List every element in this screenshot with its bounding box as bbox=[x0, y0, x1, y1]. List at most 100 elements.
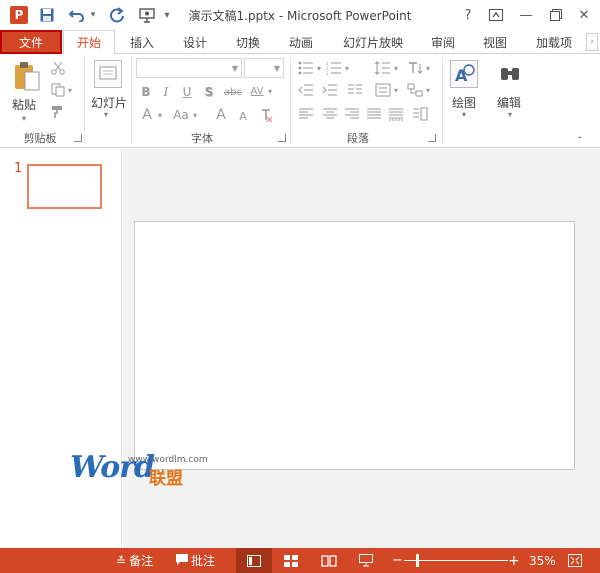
new-slide-icon[interactable] bbox=[94, 60, 122, 88]
svg-text:3: 3 bbox=[326, 71, 329, 75]
find-binoculars-icon[interactable] bbox=[498, 62, 522, 86]
spacing-dropdown-icon[interactable]: ▾ bbox=[266, 84, 274, 98]
smartart-icon[interactable] bbox=[406, 82, 424, 98]
separator bbox=[290, 58, 291, 144]
svg-text:A: A bbox=[455, 66, 468, 85]
align-right-icon[interactable] bbox=[343, 106, 361, 122]
tab-animations[interactable]: 动画 bbox=[278, 30, 324, 54]
font-color-button[interactable]: A bbox=[140, 106, 154, 124]
tab-review[interactable]: 审阅 bbox=[420, 30, 466, 54]
align-center-icon[interactable] bbox=[321, 106, 339, 122]
comments-button[interactable]: 批注 bbox=[176, 548, 215, 573]
tab-file[interactable]: 文件 bbox=[0, 30, 62, 54]
line-spacing-icon[interactable] bbox=[374, 60, 392, 76]
zoom-slider-track[interactable] bbox=[404, 560, 508, 561]
italic-button[interactable]: I bbox=[159, 84, 173, 100]
tab-scroll-right-icon[interactable]: › bbox=[586, 33, 598, 51]
ribbon: 粘贴 ▾ ▾ 剪贴板 幻灯片 ▾ ▼ ▼ B I U S abc AV ▾ A … bbox=[0, 54, 600, 148]
slide-canvas[interactable] bbox=[134, 221, 575, 470]
slide-thumbnail[interactable] bbox=[27, 164, 102, 209]
normal-view-icon[interactable] bbox=[236, 548, 272, 573]
fit-slide-icon[interactable] bbox=[568, 548, 582, 573]
tab-addins[interactable]: 加载项 bbox=[526, 30, 582, 54]
zoom-slider-thumb[interactable] bbox=[416, 554, 419, 567]
save-icon[interactable] bbox=[36, 5, 58, 25]
chevron-down-icon: ▼ bbox=[231, 64, 238, 73]
justify-icon[interactable] bbox=[365, 106, 383, 122]
bold-button[interactable]: B bbox=[139, 84, 153, 100]
copy-dropdown-icon[interactable]: ▾ bbox=[66, 84, 74, 96]
bullets-dropdown-icon[interactable]: ▾ bbox=[315, 62, 323, 74]
start-slideshow-icon[interactable] bbox=[136, 5, 158, 25]
tab-insert[interactable]: 插入 bbox=[119, 30, 165, 54]
drawing-label[interactable]: 绘图 bbox=[452, 94, 476, 111]
numbering-dropdown-icon[interactable]: ▾ bbox=[343, 62, 351, 74]
increase-indent-icon[interactable] bbox=[321, 82, 339, 98]
tab-transitions[interactable]: 切换 bbox=[225, 30, 271, 54]
font-name-combo[interactable]: ▼ bbox=[136, 58, 242, 78]
drawing-shapes-icon[interactable]: A bbox=[450, 60, 478, 88]
clipboard-launcher-icon[interactable] bbox=[74, 134, 82, 142]
tab-design[interactable]: 设计 bbox=[172, 30, 218, 54]
numbering-icon[interactable]: 123 bbox=[325, 60, 343, 76]
zoom-out-button[interactable]: − bbox=[392, 548, 403, 573]
columns-icon[interactable] bbox=[346, 82, 364, 98]
align-left-icon[interactable] bbox=[297, 106, 315, 122]
paragraph-launcher-icon[interactable] bbox=[428, 134, 436, 142]
minimize-button[interactable]: — bbox=[514, 4, 538, 26]
reading-view-icon[interactable] bbox=[321, 548, 337, 573]
zoom-level[interactable]: 35% bbox=[529, 548, 556, 573]
tab-view[interactable]: 视图 bbox=[472, 30, 518, 54]
slide-sorter-icon[interactable] bbox=[284, 548, 298, 573]
format-painter-icon[interactable] bbox=[50, 104, 66, 120]
editing-dropdown-icon[interactable]: ▾ bbox=[508, 110, 512, 119]
text-direction-dropdown-icon[interactable]: ▾ bbox=[424, 62, 432, 74]
paste-dropdown-icon[interactable]: ▾ bbox=[22, 114, 26, 123]
character-spacing-button[interactable]: AV bbox=[248, 82, 266, 100]
shadow-button[interactable]: S bbox=[202, 84, 216, 100]
cut-icon[interactable] bbox=[50, 60, 66, 76]
convert-to-smartart-icon[interactable] bbox=[411, 106, 429, 122]
clear-formatting-icon[interactable] bbox=[258, 106, 274, 124]
new-slide-label[interactable]: 幻灯片 bbox=[91, 94, 127, 111]
editing-label[interactable]: 编辑 bbox=[497, 94, 521, 111]
customize-qat-icon[interactable]: ▾ bbox=[160, 5, 174, 25]
undo-icon[interactable] bbox=[66, 5, 88, 25]
redo-icon[interactable] bbox=[106, 5, 128, 25]
shrink-font-button[interactable]: A bbox=[237, 108, 249, 124]
ribbon-display-options-icon[interactable] bbox=[484, 4, 508, 26]
slideshow-view-icon[interactable] bbox=[359, 548, 373, 573]
close-button[interactable]: ✕ bbox=[572, 4, 596, 26]
bullets-icon[interactable] bbox=[297, 60, 315, 76]
change-case-button[interactable]: Aa bbox=[171, 106, 191, 124]
new-slide-dropdown-icon[interactable]: ▾ bbox=[104, 110, 108, 119]
powerpoint-logo-icon[interactable]: P bbox=[8, 5, 30, 25]
zoom-in-button[interactable]: + bbox=[508, 548, 520, 573]
align-text-dropdown-icon[interactable]: ▾ bbox=[392, 84, 400, 96]
undo-dropdown-icon[interactable]: ▾ bbox=[88, 5, 98, 25]
copy-icon[interactable] bbox=[50, 82, 66, 98]
tab-slideshow[interactable]: 幻灯片放映 bbox=[334, 30, 412, 54]
help-button[interactable]: ? bbox=[456, 4, 480, 26]
collapse-ribbon-icon[interactable]: ⌃ bbox=[576, 136, 584, 146]
decrease-indent-icon[interactable] bbox=[297, 82, 315, 98]
drawing-dropdown-icon[interactable]: ▾ bbox=[462, 110, 466, 119]
tab-home[interactable]: 开始 bbox=[63, 30, 115, 55]
line-spacing-dropdown-icon[interactable]: ▾ bbox=[392, 62, 400, 74]
paste-label[interactable]: 粘贴 bbox=[12, 96, 36, 113]
align-text-icon[interactable] bbox=[374, 82, 392, 98]
text-direction-icon[interactable] bbox=[406, 60, 424, 76]
paste-icon[interactable] bbox=[12, 60, 42, 92]
smartart-dropdown-icon[interactable]: ▾ bbox=[424, 84, 432, 96]
slide-number: 1 bbox=[14, 161, 23, 176]
distributed-icon[interactable] bbox=[387, 106, 405, 122]
change-case-dropdown-icon[interactable]: ▾ bbox=[191, 108, 199, 122]
strikethrough-button[interactable]: abc bbox=[222, 84, 244, 100]
font-color-dropdown-icon[interactable]: ▾ bbox=[156, 108, 164, 122]
font-size-combo[interactable]: ▼ bbox=[244, 58, 284, 78]
grow-font-button[interactable]: A bbox=[214, 106, 228, 124]
restore-icon[interactable] bbox=[544, 4, 568, 26]
font-launcher-icon[interactable] bbox=[278, 134, 286, 142]
notes-button[interactable]: ≛ 备注 bbox=[116, 548, 153, 573]
underline-button[interactable]: U bbox=[180, 84, 194, 100]
